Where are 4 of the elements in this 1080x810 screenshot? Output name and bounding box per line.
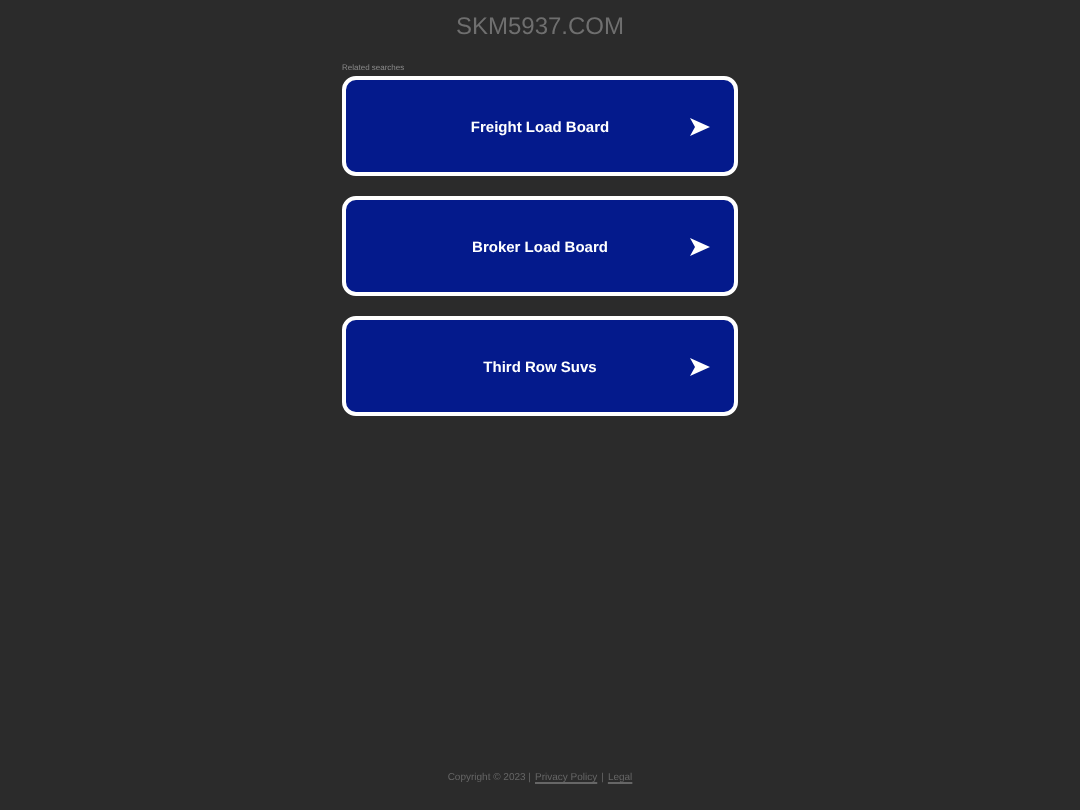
arrow-icon	[690, 118, 710, 136]
arrow-icon	[690, 358, 710, 376]
arrow-icon	[690, 238, 710, 256]
site-title: SKM5937.COM	[455, 12, 625, 40]
